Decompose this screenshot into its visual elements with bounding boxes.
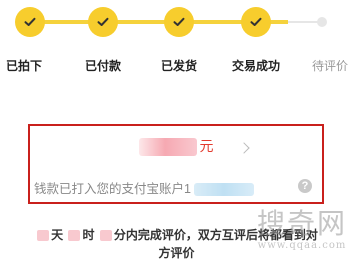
step-5-pending-dot: [317, 17, 327, 27]
step-1-check-icon: [15, 7, 45, 37]
step-label-paid: 已付款: [84, 59, 122, 73]
hours-redacted: [68, 230, 81, 242]
amount-value-redacted: [138, 138, 197, 157]
watermark-url: www.qqaa.com: [257, 240, 347, 251]
watermark-text: 搜奇网: [256, 207, 347, 240]
progress-line-pending: [288, 21, 318, 23]
step-label-to-review: 待评价: [311, 59, 349, 73]
account-prefix: 1: [184, 182, 191, 196]
minutes-redacted: [99, 230, 112, 242]
step-label-shipped: 已发货: [160, 59, 198, 73]
review-part-hours: 时: [82, 228, 95, 242]
step-label-completed: 交易成功: [231, 59, 281, 73]
days-redacted: [37, 230, 50, 242]
step-3-check-icon: [164, 7, 194, 37]
help-icon[interactable]: ?: [298, 179, 312, 193]
site-watermark: 搜奇网 www.qqaa.com: [253, 208, 351, 260]
amount-row[interactable]: 元: [30, 136, 322, 157]
review-part-days: 天: [51, 228, 64, 242]
payment-notice: 钱款已打入您的支付宝账户1: [34, 178, 254, 197]
amount-unit: 元: [199, 138, 214, 154]
step-label-ordered: 已拍下: [5, 59, 43, 73]
order-progress-bar: 已拍下 已付款 已发货 交易成功 待评价: [0, 0, 353, 80]
payment-notice-text: 钱款已打入您的支付宝账户: [34, 182, 185, 196]
account-number-redacted: [193, 183, 254, 197]
step-2-check-icon: [88, 7, 118, 37]
step-4-check-icon: [241, 7, 271, 37]
payment-info-card[interactable]: 元 钱款已打入您的支付宝账户1 ?: [28, 124, 324, 204]
